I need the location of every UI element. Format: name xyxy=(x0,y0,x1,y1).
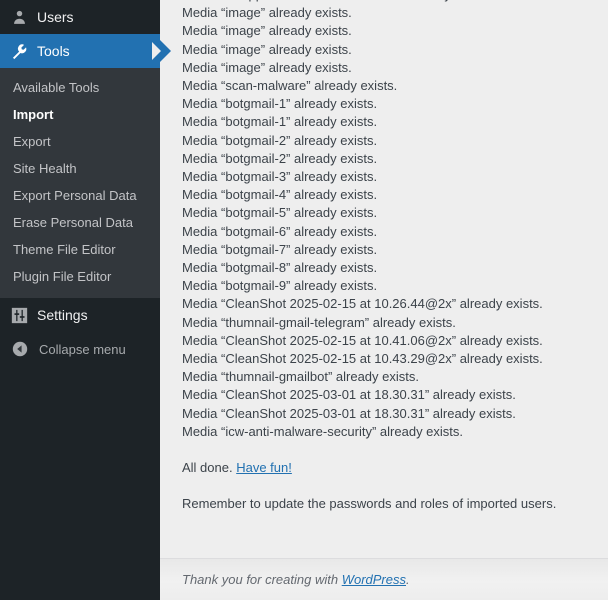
sidebar-filler xyxy=(0,366,160,600)
log-line: Media “botgmail-1” already exists. xyxy=(182,114,378,130)
all-done-message: All done. Have fun! xyxy=(182,459,608,477)
log-line: Media “botgmail-5” already exists. xyxy=(182,205,378,221)
sidebar-item-users-label: Users xyxy=(37,9,74,25)
log-line: Media “botgmail-1” already exists. xyxy=(182,96,378,112)
wrench-icon xyxy=(9,41,29,61)
remember-note: Remember to update the passwords and rol… xyxy=(182,496,557,512)
sidebar-subitem-available-tools[interactable]: Available Tools xyxy=(0,74,160,101)
log-line: Media “botgmail-6” already exists. xyxy=(182,223,378,239)
footer-credit: Thank you for creating with WordPress. xyxy=(182,573,410,586)
wordpress-admin-screen: Users Tools Available Tools Import Expor… xyxy=(0,0,608,600)
log-line: Media “image” already exists. xyxy=(182,23,352,39)
footer-prefix: Thank you for creating with xyxy=(182,572,342,587)
collapse-menu-button[interactable]: Collapse menu xyxy=(0,332,160,366)
log-line: Media “CleanShot 2025-03-01 at 18.30.31”… xyxy=(182,387,516,403)
log-line: Media “CleanShot 2025-02-15 at 10.43.29@… xyxy=(182,351,543,367)
log-line: Media “CleanShot 2025-02-15 at 10.41.06@… xyxy=(182,332,543,348)
footer-suffix: . xyxy=(406,572,410,587)
sidebar-item-users[interactable]: Users xyxy=(0,0,160,34)
sidebar-subitem-import[interactable]: Import xyxy=(0,101,160,128)
import-results-panel: Media “Xnapper-2024-12-01-18.35.07” alre… xyxy=(160,0,608,600)
admin-sidebar: Users Tools Available Tools Import Expor… xyxy=(0,0,171,600)
users-icon xyxy=(9,7,29,27)
all-done-text: All done. xyxy=(182,460,237,476)
collapse-menu-label: Collapse menu xyxy=(39,341,126,357)
collapse-left-icon xyxy=(11,340,29,358)
log-line: Media “image” already exists. xyxy=(182,59,352,75)
log-line: Media “botgmail-2” already exists. xyxy=(182,150,378,166)
sidebar-item-tools-label: Tools xyxy=(37,43,70,59)
wordpress-link[interactable]: WordPress xyxy=(342,572,406,587)
sidebar-subitem-theme-file-editor[interactable]: Theme File Editor xyxy=(0,236,160,263)
current-menu-arrow xyxy=(148,34,171,68)
sidebar-subitem-plugin-file-editor[interactable]: Plugin File Editor xyxy=(0,263,160,290)
have-fun-link[interactable]: Have fun! xyxy=(236,460,292,475)
sidebar-item-settings[interactable]: Settings xyxy=(0,298,160,332)
log-line: Media “botgmail-9” already exists. xyxy=(182,278,378,294)
log-line: Media “botgmail-7” already exists. xyxy=(182,241,378,257)
log-line: Media “CleanShot 2025-02-15 at 10.26.44@… xyxy=(182,296,543,312)
sidebar-item-settings-label: Settings xyxy=(37,307,88,323)
sidebar-subitem-export-personal-data[interactable]: Export Personal Data xyxy=(0,182,160,209)
sidebar-subitem-export[interactable]: Export xyxy=(0,128,160,155)
log-line: Media “botgmail-4” already exists. xyxy=(182,187,378,203)
log-line: Media “thumnail-gmailbot” already exists… xyxy=(182,369,419,385)
tools-submenu: Available Tools Import Export Site Healt… xyxy=(0,68,160,298)
import-log: Media “Xnapper-2024-12-01-18.35.07” alre… xyxy=(160,0,608,600)
log-line: Media “image” already exists. xyxy=(182,41,352,57)
log-line: Media “botgmail-8” already exists. xyxy=(182,260,378,276)
log-line: Media “image” already exists. xyxy=(182,5,352,21)
log-line: Media “botgmail-2” already exists. xyxy=(182,132,378,148)
sliders-icon xyxy=(9,305,29,325)
log-line: Media “scan-malware” already exists. xyxy=(182,78,398,94)
sidebar-item-tools[interactable]: Tools xyxy=(0,34,171,68)
sidebar-subitem-erase-personal-data[interactable]: Erase Personal Data xyxy=(0,209,160,236)
log-line: Media “CleanShot 2025-03-01 at 18.30.31”… xyxy=(182,405,516,421)
log-line: Media “botgmail-3” already exists. xyxy=(182,169,378,185)
admin-footer: Thank you for creating with WordPress. xyxy=(160,558,608,600)
log-line: Media “thumnail-gmail-telegram” already … xyxy=(182,314,456,330)
log-line: Media “icw-anti-malware-security” alread… xyxy=(182,423,464,439)
sidebar-subitem-site-health[interactable]: Site Health xyxy=(0,155,160,182)
